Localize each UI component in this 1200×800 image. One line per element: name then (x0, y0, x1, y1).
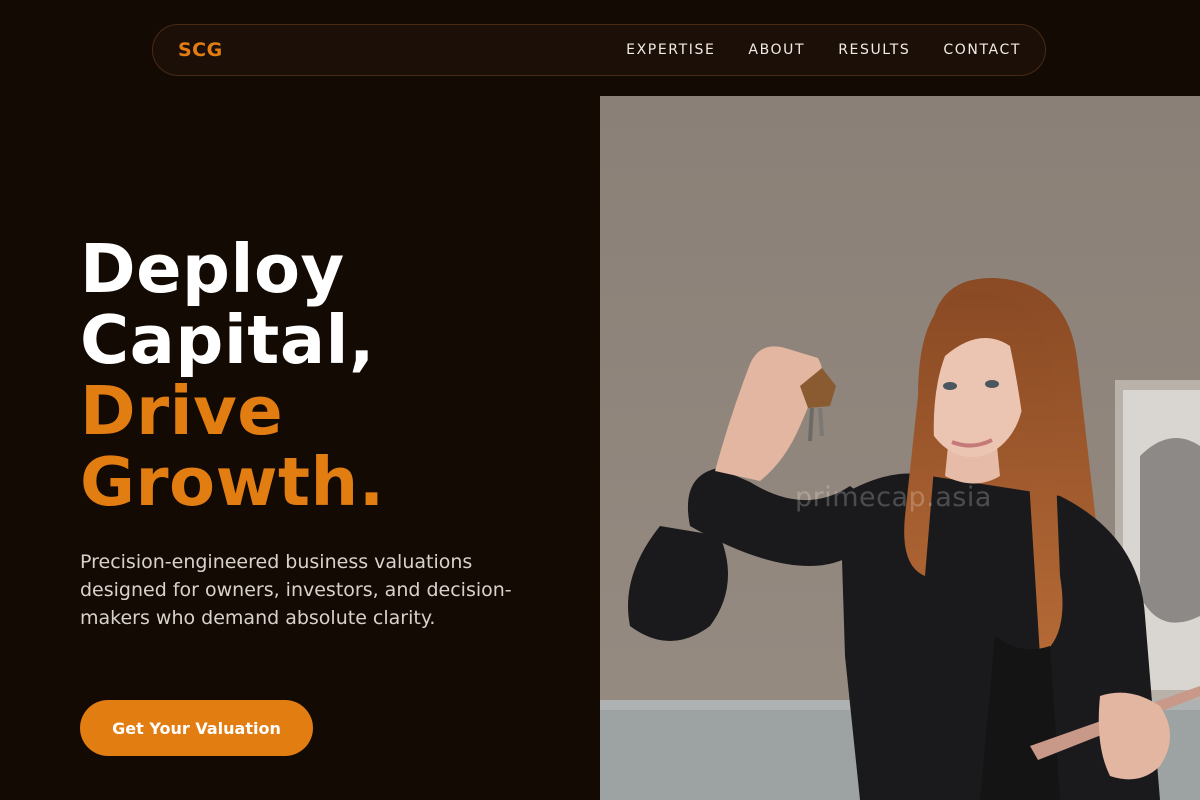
brand-logo[interactable]: SCG (178, 39, 223, 61)
headline-line-1: Deploy (80, 230, 345, 308)
nav-link-expertise[interactable]: EXPERTISE (626, 42, 715, 58)
hero-subtext: Precision-engineered business valuations… (80, 551, 512, 629)
nav-links: EXPERTISE ABOUT RESULTS CONTACT (626, 42, 1021, 58)
headline-line-2: Capital, (80, 301, 375, 379)
headline-accent-line-1: Drive (80, 372, 284, 450)
woman-holding-keys-photo-icon (600, 96, 1200, 800)
landing-page: SCG EXPERTISE ABOUT RESULTS CONTACT Depl… (0, 0, 1200, 800)
get-valuation-button[interactable]: Get Your Valuation (80, 700, 313, 756)
nav-link-results[interactable]: RESULTS (838, 42, 910, 58)
hero-photo: primecap.asia (600, 96, 1200, 800)
hero-headline: Deploy Capital, Drive Growth. (80, 234, 385, 518)
headline-accent-line-2: Growth. (80, 443, 385, 521)
nav-link-contact[interactable]: CONTACT (943, 42, 1021, 58)
top-navigation: SCG EXPERTISE ABOUT RESULTS CONTACT (152, 24, 1046, 76)
image-watermark: primecap.asia (795, 482, 992, 513)
nav-link-about[interactable]: ABOUT (748, 42, 805, 58)
